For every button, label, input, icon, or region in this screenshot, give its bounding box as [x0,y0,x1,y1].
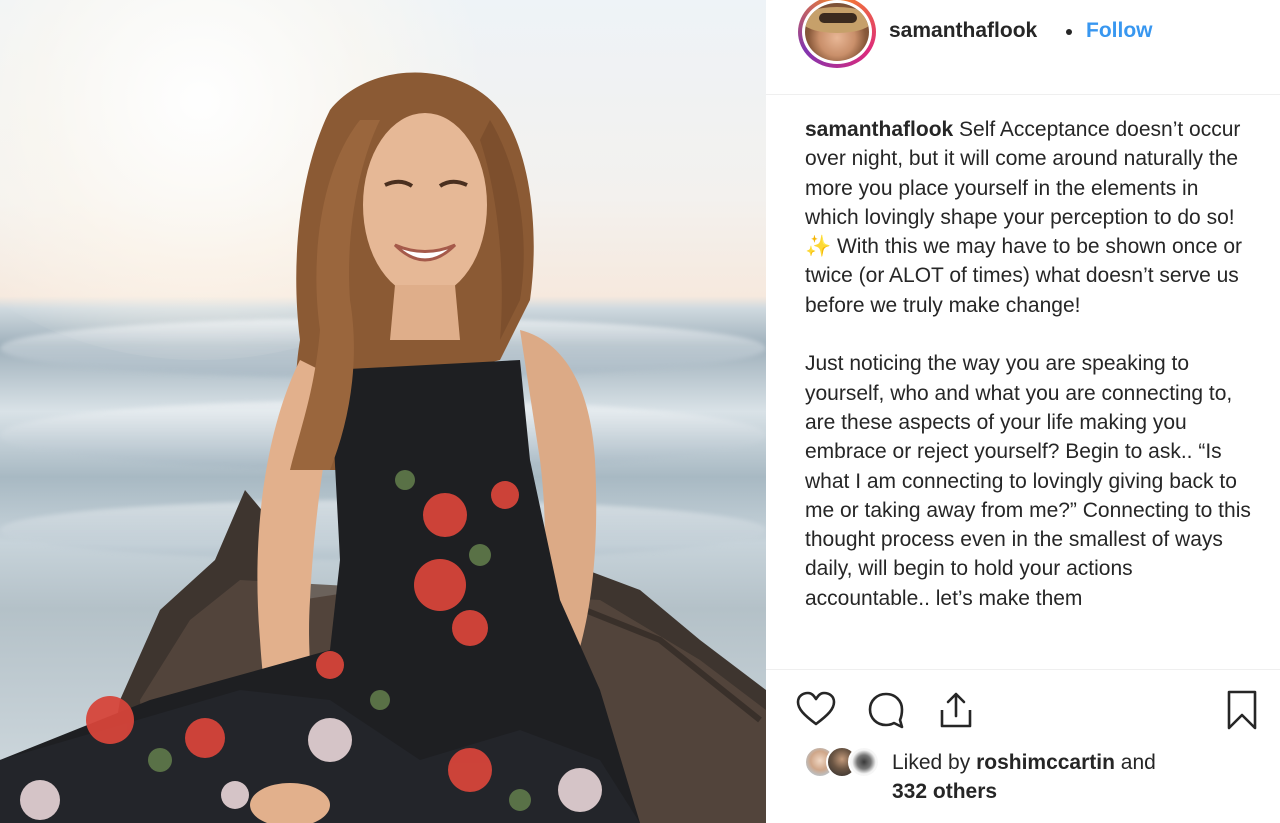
comment-bubble-icon[interactable] [864,688,908,732]
header-username[interactable]: samanthaflook [889,19,1037,43]
liker-avatar[interactable] [848,746,880,778]
post-actions [794,688,1257,732]
follow-button[interactable]: Follow [1086,19,1153,43]
post-caption: samanthaflook Self Acceptance doesn’t oc… [805,115,1255,668]
caption-username[interactable]: samanthaflook [805,118,953,141]
separator-dot [1066,29,1072,35]
divider [766,669,1280,670]
post-header: samanthaflook Follow [766,0,1280,95]
heart-icon[interactable] [794,688,838,732]
share-upload-icon[interactable] [934,688,978,732]
post-sidebar: samanthaflook Follow samanthaflook Self … [766,0,1280,823]
likes-others-link[interactable]: 332 others [892,780,997,803]
liked-by-label: Liked by [892,751,971,774]
likes-joiner: and [1120,751,1156,774]
hatband-shape [819,13,857,23]
caption-text: Self Acceptance doesn’t occur over night… [805,118,1251,610]
likes-text: Liked by roshimccartin and 332 others [892,748,1156,806]
likes-summary: Liked by roshimccartin and 332 others [804,744,1264,814]
profile-avatar[interactable] [798,0,876,68]
woman-figure [0,72,640,823]
bookmark-icon[interactable] [1220,688,1264,732]
post-photo[interactable] [0,0,766,823]
liker-username[interactable]: roshimccartin [976,751,1115,774]
